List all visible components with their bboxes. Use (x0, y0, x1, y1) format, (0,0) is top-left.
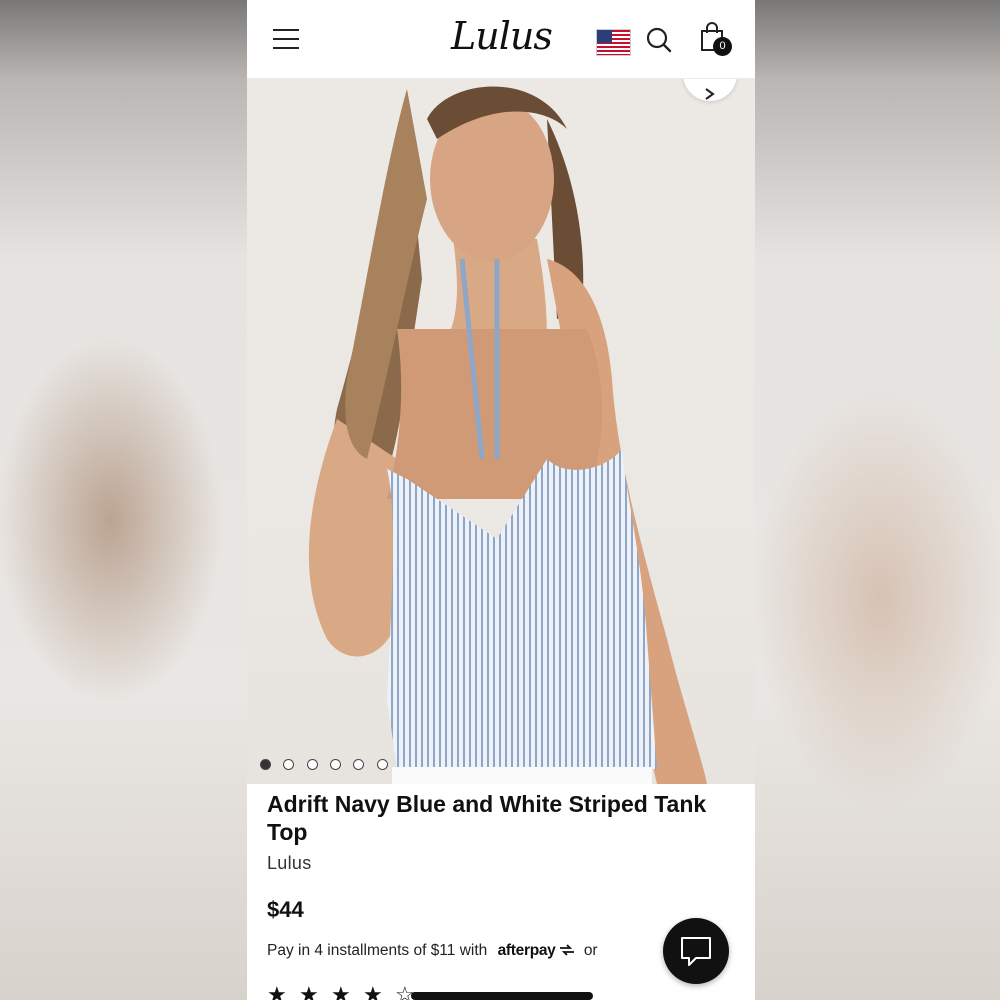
hamburger-menu-icon[interactable] (273, 29, 299, 49)
star-filled-icon: ★ (299, 982, 319, 1000)
brand-logo[interactable]: Lulus (451, 14, 553, 58)
product-image[interactable] (247, 79, 755, 784)
installments-info: Pay in 4 installments of $11 with afterp… (267, 942, 598, 960)
carousel-dot[interactable] (377, 759, 388, 770)
installments-suffix: or (583, 942, 598, 959)
product-title: Adrift Navy Blue and White Striped Tank … (267, 791, 707, 845)
star-filled-icon: ★ (267, 982, 287, 1000)
cart-count-badge: 0 (713, 37, 732, 56)
carousel-dot[interactable] (353, 759, 364, 770)
carousel-dot[interactable] (260, 759, 271, 770)
star-filled-icon: ★ (331, 982, 351, 1000)
site-header: Lulus 0 (247, 0, 755, 79)
star-filled-icon: ★ (363, 982, 383, 1000)
installments-text: Pay in 4 installments of $11 with (267, 942, 488, 959)
overlay-bar (411, 992, 593, 1000)
next-image-button[interactable] (683, 79, 737, 101)
us-flag-icon[interactable] (596, 29, 631, 56)
carousel-dot[interactable] (330, 759, 341, 770)
product-brand[interactable]: Lulus (267, 853, 312, 874)
afterpay-logo[interactable]: afterpay (498, 942, 556, 959)
chat-button[interactable] (663, 918, 729, 984)
carousel-dot[interactable] (283, 759, 294, 770)
mobile-page: Lulus 0 Adrift Navy Blue and White Strip… (247, 0, 755, 1000)
carousel-dot[interactable] (307, 759, 318, 770)
afterpay-arrows-icon (559, 944, 574, 956)
chat-bubble-icon (681, 937, 711, 966)
search-icon[interactable] (645, 26, 673, 54)
model-photo (308, 86, 707, 784)
product-price: $44 (267, 897, 304, 922)
chevron-right-icon (705, 88, 715, 100)
